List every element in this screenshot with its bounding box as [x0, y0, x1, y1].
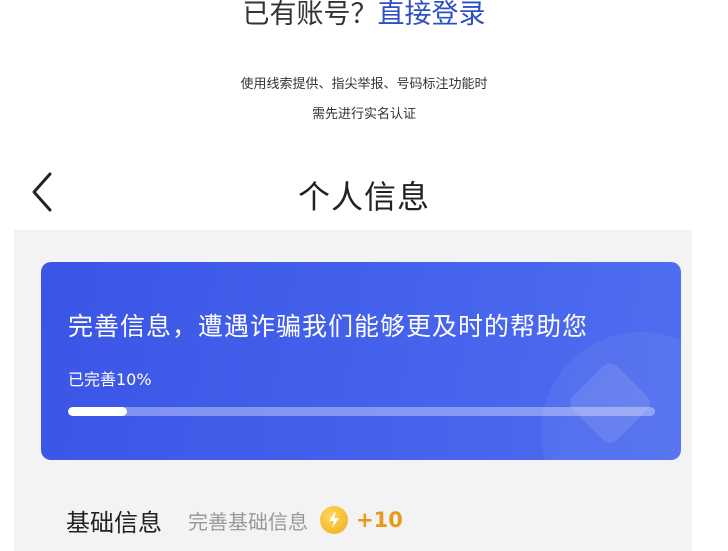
- realname-notice-line1: 使用线索提供、指尖举报、号码标注功能时: [240, 77, 488, 92]
- completion-progress-bar: [68, 407, 655, 416]
- basic-info-hint: 完善基础信息: [188, 509, 308, 534]
- login-prompt: 已有账号？ 直接登录: [0, 0, 728, 36]
- page-title: 个人信息: [297, 178, 430, 216]
- direct-login-link[interactable]: 直接登录: [378, 0, 486, 30]
- page: 已有账号？ 直接登录 使用线索提供、指尖举报、号码标注功能时 需先进行实名认证 …: [0, 0, 728, 551]
- login-prompt-text: 已有账号？: [242, 0, 378, 30]
- reward-points: +10: [356, 508, 403, 532]
- nav-header: 个人信息: [0, 160, 728, 228]
- completion-progress-text: 已完善10%: [68, 370, 152, 389]
- lightning-coin-icon: [320, 506, 348, 534]
- profile-completion-card[interactable]: 完善信息，遭遇诈骗我们能够更及时的帮助您 已完善10%: [41, 262, 681, 460]
- card-headline: 完善信息，遭遇诈骗我们能够更及时的帮助您: [68, 312, 589, 341]
- completion-progress-fill: [68, 407, 127, 416]
- basic-info-row[interactable]: 基础信息 完善基础信息 +10: [66, 502, 403, 538]
- realname-notice-line2: 需先进行实名认证: [311, 107, 416, 122]
- basic-info-title: 基础信息: [66, 508, 162, 537]
- content-panel: 完善信息，遭遇诈骗我们能够更及时的帮助您 已完善10% 基础信息 完善基础信息 …: [14, 230, 692, 551]
